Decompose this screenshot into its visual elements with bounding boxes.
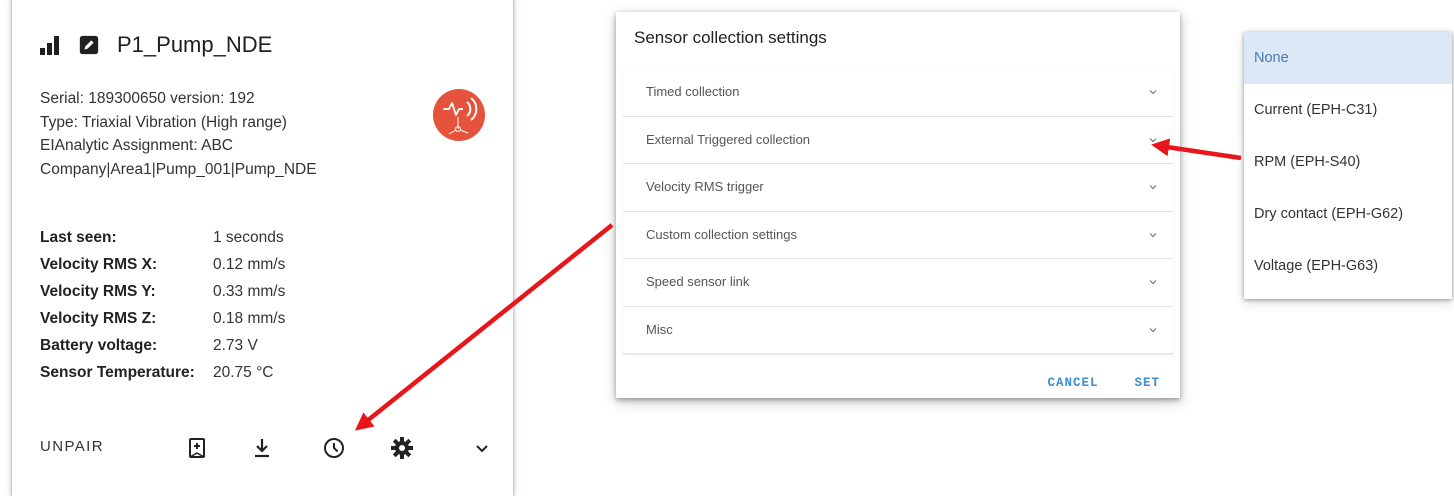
sensor-info: Serial: 189300650 version: 192 Type: Tri…: [40, 87, 317, 181]
unpair-button[interactable]: UNPAIR: [40, 438, 104, 455]
trigger-source-dropdown: None Current (EPH-C31) RPM (EPH-S40) Dry…: [1244, 32, 1452, 299]
dialog-actions: CANCEL SET: [1047, 376, 1160, 390]
serial-line: Serial: 189300650 version: 192: [40, 90, 255, 107]
accordion-external-triggered[interactable]: External Triggered collection: [623, 116, 1173, 164]
type-line: Type: Triaxial Vibration (High range): [40, 113, 287, 131]
assignment-line: EIAnalytic Assignment: ABC: [40, 137, 233, 154]
accordion-timed-collection[interactable]: Timed collection: [623, 69, 1173, 117]
stat-label: Velocity RMS Y:: [40, 282, 156, 300]
accordion-label: Timed collection: [646, 84, 740, 99]
collection-settings-dialog: Sensor collection settings Timed collect…: [616, 12, 1180, 398]
edit-icon[interactable]: [78, 34, 100, 56]
card-header: P1_Pump_NDE: [40, 32, 272, 58]
dropdown-option-dry-contact[interactable]: Dry contact (EPH-G62): [1244, 188, 1452, 240]
stat-value: 20.75 °C: [213, 363, 274, 381]
dialog-title: Sensor collection settings: [634, 28, 827, 47]
chevron-down-icon: [1149, 137, 1157, 142]
path-line: Company|Area1|Pump_001|Pump_NDE: [40, 160, 317, 178]
gear-icon[interactable]: [390, 436, 414, 460]
sensor-type-icon: [433, 89, 485, 141]
sensor-stats: Last seen: 1 seconds Velocity RMS X: 0.12 …: [40, 224, 285, 386]
accordion-custom-collection[interactable]: Custom collection settings: [623, 211, 1173, 259]
dropdown-option-rpm[interactable]: RPM (EPH-S40): [1244, 136, 1452, 188]
stat-label: Velocity RMS X:: [40, 255, 158, 273]
stat-value: 0.12 mm/s: [213, 255, 286, 273]
bookmark-add-icon[interactable]: [185, 436, 209, 460]
stat-row: Battery voltage: 2.73 V: [40, 332, 285, 359]
dropdown-option-voltage[interactable]: Voltage (EPH-G63): [1244, 240, 1452, 292]
chevron-down-icon: [1149, 90, 1157, 95]
stat-value: 1 seconds: [213, 228, 284, 246]
stat-row: Velocity RMS Z: 0.18 mm/s: [40, 305, 285, 332]
set-button[interactable]: SET: [1134, 376, 1160, 390]
stat-label: Last seen:: [40, 228, 117, 246]
stat-value: 0.18 mm/s: [213, 309, 286, 327]
stat-label: Velocity RMS Z:: [40, 309, 157, 327]
stat-value: 0.33 mm/s: [213, 282, 286, 300]
chevron-down-icon: [1149, 232, 1157, 237]
clock-icon[interactable]: [322, 436, 346, 460]
accordion-speed-sensor-link[interactable]: Speed sensor link: [623, 259, 1173, 307]
signal-strength-icon: [40, 35, 62, 55]
dropdown-option-current[interactable]: Current (EPH-C31): [1244, 84, 1452, 136]
chevron-down-icon[interactable]: [470, 436, 494, 460]
stat-label: Sensor Temperature:: [40, 363, 195, 381]
cancel-button[interactable]: CANCEL: [1047, 376, 1098, 390]
accordion-label: Velocity RMS trigger: [646, 179, 764, 194]
accordion-misc[interactable]: Misc: [623, 306, 1173, 354]
stat-row: Velocity RMS X: 0.12 mm/s: [40, 251, 285, 278]
accordion-label: Speed sensor link: [646, 274, 750, 289]
accordion-label: Custom collection settings: [646, 226, 798, 242]
sensor-name: P1_Pump_NDE: [117, 32, 273, 57]
accordion-velocity-rms-trigger[interactable]: Velocity RMS trigger: [623, 164, 1173, 212]
stat-value: 2.73 V: [213, 336, 258, 354]
dropdown-option-none[interactable]: None: [1244, 32, 1452, 84]
chevron-down-icon: [1149, 327, 1157, 332]
chevron-down-icon: [1149, 280, 1157, 285]
stat-label: Battery voltage:: [40, 336, 158, 354]
stat-row: Sensor Temperature: 20.75 °C: [40, 359, 285, 386]
settings-accordion: Timed collection External Triggered coll…: [623, 69, 1173, 354]
sensor-card: P1_Pump_NDE Serial: 189300650 version: 1…: [12, 0, 513, 496]
card-actions: UNPAIR: [40, 430, 500, 466]
accordion-label: External Triggered collection: [646, 131, 811, 147]
stat-row: Last seen: 1 seconds: [40, 224, 285, 251]
stat-row: Velocity RMS Y: 0.33 mm/s: [40, 278, 285, 305]
chevron-down-icon: [1149, 185, 1157, 190]
download-icon[interactable]: [250, 436, 274, 460]
accordion-label: Misc: [646, 321, 673, 337]
